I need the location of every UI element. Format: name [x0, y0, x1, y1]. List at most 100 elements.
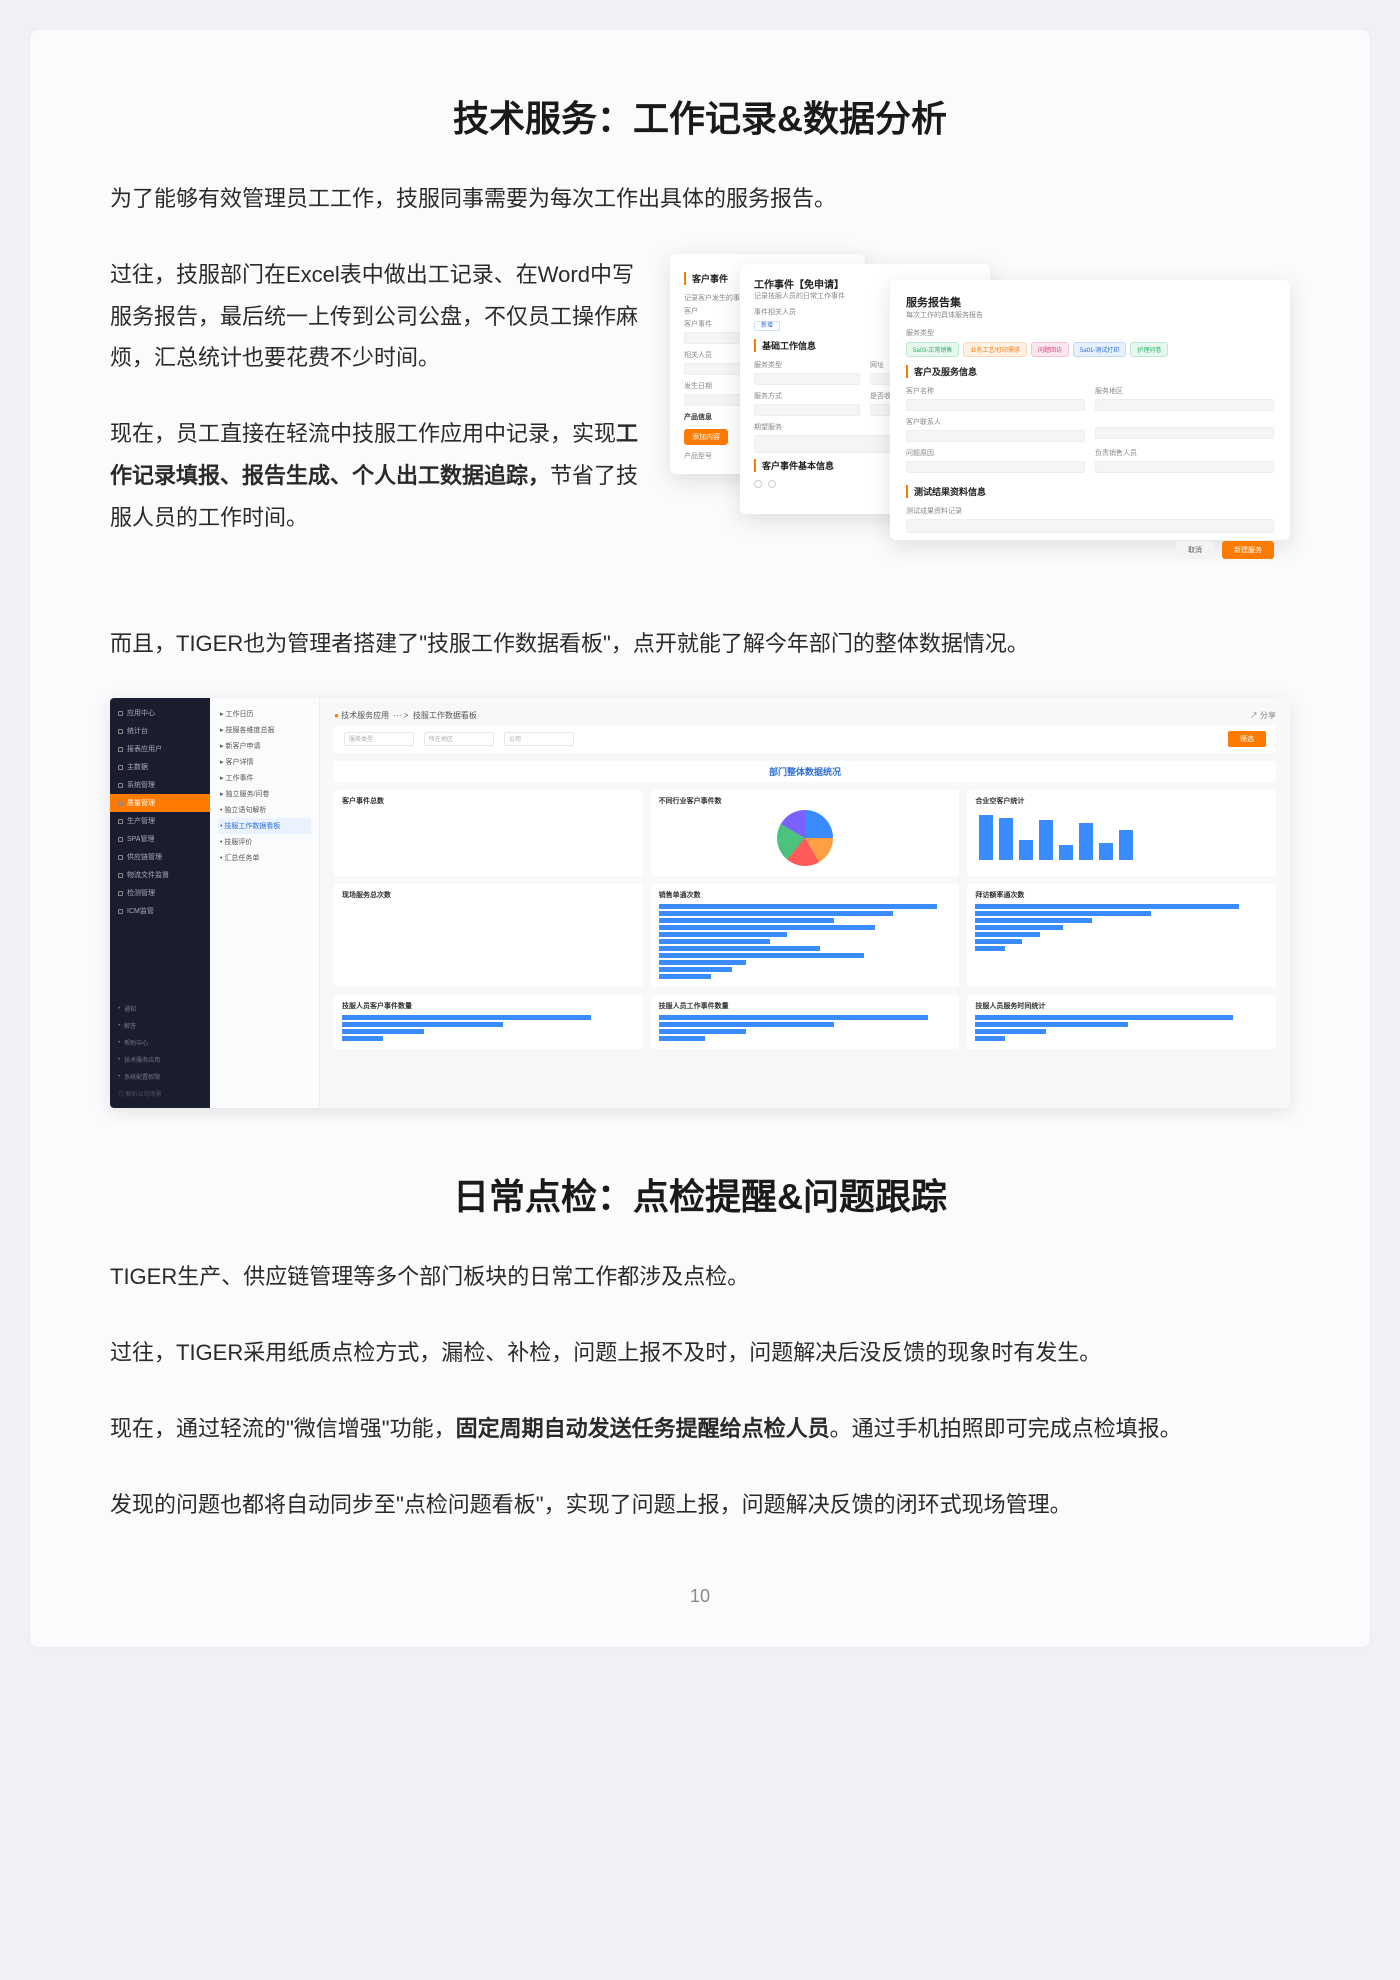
tree-item[interactable]: • 技服工作数据看板	[218, 818, 311, 834]
tree-item[interactable]: ▸ 独立服务/问卷	[218, 786, 311, 802]
front-l-contact: 客户联系人	[906, 417, 1085, 427]
dashboard-panel: 客户事件总数	[334, 790, 643, 876]
filter-button[interactable]: 筛选	[1228, 731, 1266, 747]
nav-sidebar: 应用中心统计台报表应用户主数据系统管理质量管理生产管理SPA管理供应链管理物流文…	[110, 698, 210, 1108]
front-field[interactable]	[1095, 461, 1274, 473]
tree-item[interactable]: • 技服评价	[218, 834, 311, 850]
panel-title: 技服人员工作事件数量	[659, 1001, 952, 1011]
section2-title: 日常点检：点检提醒&问题跟踪	[110, 1168, 1290, 1220]
tree-item[interactable]: ▸ 技服各维度总报	[218, 722, 311, 738]
dashboard-band: 部门整体数据统况	[334, 761, 1276, 782]
nav-bottom-item[interactable]: •帮助中心	[110, 1034, 210, 1051]
nav-item[interactable]: 供应链管理	[110, 848, 210, 866]
section2-p3: 现在，通过轻流的"微信增强"功能，固定周期自动发送任务提醒给点检人员。通过手机拍…	[110, 1408, 1290, 1450]
filter-field[interactable]: 公司	[504, 732, 574, 746]
tag[interactable]: 5a01-测试打印	[1073, 342, 1126, 357]
front-field[interactable]	[1095, 399, 1274, 411]
nav-item[interactable]: 统计台	[110, 722, 210, 740]
nav-item[interactable]: 主数据	[110, 758, 210, 776]
back-add-btn[interactable]: 添加内容	[684, 429, 728, 445]
tree-item[interactable]: • 独立语句解析	[218, 802, 311, 818]
dashboard-panel: 技服人员服务时间统计	[967, 995, 1276, 1049]
nav-item[interactable]: 应用中心	[110, 704, 210, 722]
panel-title: 技服人员客户事件数量	[342, 1001, 635, 1011]
dashboard-panel: 合业空客户统计	[967, 790, 1276, 876]
section2-p4: 发现的问题也都将自动同步至"点检问题看板"，实现了问题上报，问题解决反馈的闭环式…	[110, 1484, 1290, 1526]
tag[interactable]: 5a03-正常销售	[906, 342, 959, 357]
crumb-a[interactable]: 技术服务应用	[341, 711, 389, 720]
front-field[interactable]	[906, 461, 1085, 473]
front-l-svc: 服务类型	[906, 328, 1274, 338]
section2-p3-suffix: 。通过手机拍照即可完成点检填报。	[830, 1416, 1182, 1441]
panel-title: 客户事件总数	[342, 796, 635, 806]
nav-footer: ◎ 解析公司场景	[110, 1085, 210, 1102]
dashboard-panel: 拜访额率通次数	[967, 884, 1276, 987]
tree-item[interactable]: • 汇总任务单	[218, 850, 311, 866]
front-title: 服务报告集	[906, 294, 1274, 310]
dashboard-panel: 不同行业客户事件数	[651, 790, 960, 876]
front-l-reason: 问题原因	[906, 448, 1085, 458]
tag[interactable]: 护理问卷	[1130, 342, 1168, 357]
front-field[interactable]	[906, 430, 1085, 442]
crumb-b[interactable]: 技服工作数据看板	[413, 711, 477, 720]
front-l-area: 服务地区	[1095, 386, 1274, 396]
section1-title: 技术服务：工作记录&数据分析	[110, 90, 1290, 142]
front-field[interactable]	[1095, 427, 1274, 439]
section1-text: 过往，技服部门在Excel表中做出工记录、在Word中写服务报告，最后统一上传到…	[110, 254, 640, 573]
section1-past: 过往，技服部门在Excel表中做出工记录、在Word中写服务报告，最后统一上传到…	[110, 254, 640, 379]
front-l-custname: 客户名称	[906, 386, 1085, 396]
nav-bottom-item[interactable]: •解答	[110, 1017, 210, 1034]
mid-field[interactable]	[754, 404, 860, 416]
dashboard-panel: 技服人员工作事件数量	[651, 995, 960, 1049]
nav-bottom-item[interactable]: •系统配置权限	[110, 1068, 210, 1085]
nav-item[interactable]: 系统管理	[110, 776, 210, 794]
tree-item[interactable]: ▸ 工作日历	[218, 706, 311, 722]
form-card-front: 服务报告集 每次工作的具体服务报告 服务类型 5a03-正常销售 业务工艺/打印…	[890, 280, 1290, 540]
cancel-button[interactable]: 取消	[1176, 541, 1214, 559]
tree-item[interactable]: ▸ 新客户申请	[218, 738, 311, 754]
panel-grid: 客户事件总数 不同行业客户事件数合业空客户统计现场服务总次数 销售单通次数拜访额…	[334, 790, 1276, 1049]
front-l-testrec: 测试成果资料记录	[906, 506, 1274, 516]
nav-item[interactable]: 生产管理	[110, 812, 210, 830]
page-number: 10	[110, 1586, 1290, 1607]
front-field[interactable]	[906, 519, 1274, 533]
front-l-resp: 负责销售人员	[1095, 448, 1274, 458]
submit-button[interactable]: 新建服务	[1222, 541, 1274, 559]
tag[interactable]: 业务工艺/打印需求	[963, 342, 1027, 357]
mid-add-btn[interactable]: 新增	[754, 321, 780, 331]
nav-item[interactable]: SPA管理	[110, 830, 210, 848]
mid-l-type: 服务类型	[754, 360, 860, 370]
section2-p3-bold: 固定周期自动发送任务提醒给点检人员	[456, 1416, 830, 1441]
section1-intro: 为了能够有效管理员工工作，技服同事需要为每次工作出具体的服务报告。	[110, 178, 1290, 220]
mid-field[interactable]	[754, 373, 860, 385]
tree-sidebar: ▸ 工作日历▸ 技服各维度总报▸ 新客户申请▸ 客户详情▸ 工作事件▸ 独立服务…	[210, 698, 320, 1108]
front-sub: 每次工作的具体服务报告	[906, 310, 1274, 320]
nav-item[interactable]: 质量管理	[110, 794, 210, 812]
front-field[interactable]	[906, 399, 1085, 411]
section2-p2: 过往，TIGER采用纸质点检方式，漏检、补检，问题上报不及时，问题解决后没反馈的…	[110, 1332, 1290, 1374]
filter-field[interactable]: 服务类型	[344, 732, 414, 746]
section1-twocol: 过往，技服部门在Excel表中做出工记录、在Word中写服务报告，最后统一上传到…	[110, 254, 1290, 573]
nav-item[interactable]: 检测管理	[110, 884, 210, 902]
panel-title: 技服人员服务时间统计	[975, 1001, 1268, 1011]
filter-field[interactable]: 所在地区	[424, 732, 494, 746]
dashboard-panel: 技服人员客户事件数量	[334, 995, 643, 1049]
panel-title: 拜访额率通次数	[975, 890, 1268, 900]
mid-l-way: 服务方式	[754, 391, 860, 401]
tree-item[interactable]: ▸ 工作事件	[218, 770, 311, 786]
nav-item[interactable]: ICM监管	[110, 902, 210, 920]
nav-bottom-item[interactable]: •通知	[110, 1000, 210, 1017]
dashboard-screenshot: 应用中心统计台报表应用户主数据系统管理质量管理生产管理SPA管理供应链管理物流文…	[110, 698, 1290, 1108]
filter-bar: 服务类型 所在地区 公司 筛选	[334, 725, 1276, 753]
section1-dashboard-intro: 而且，TIGER也为管理者搭建了"技服工作数据看板"，点开就能了解今年部门的整体…	[110, 623, 1290, 665]
nav-item[interactable]: 物流文件监督	[110, 866, 210, 884]
section1-now-prefix: 现在，员工直接在轻流中技服工作应用中记录，实现	[110, 421, 616, 446]
nav-item[interactable]: 报表应用户	[110, 740, 210, 758]
panel-title: 合业空客户统计	[975, 796, 1268, 806]
panel-title: 现场服务总次数	[342, 890, 635, 900]
nav-bottom-item[interactable]: •技术服务应用	[110, 1051, 210, 1068]
panel-title: 不同行业客户事件数	[659, 796, 952, 806]
share-link[interactable]: 分享	[1260, 711, 1276, 720]
tree-item[interactable]: ▸ 客户详情	[218, 754, 311, 770]
tag[interactable]: 问题回访	[1031, 342, 1069, 357]
